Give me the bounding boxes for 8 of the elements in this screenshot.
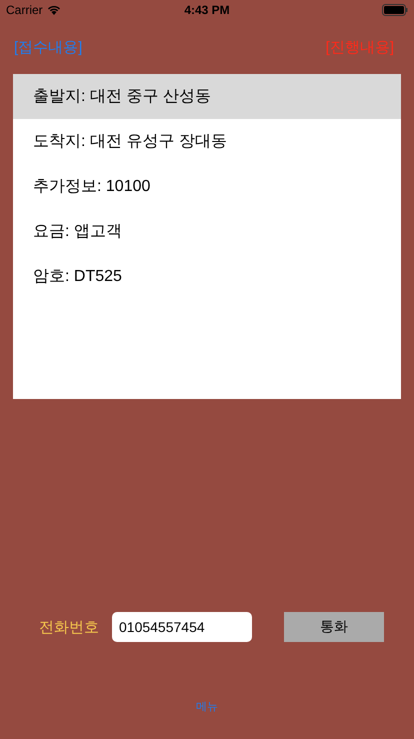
carrier-label: Carrier <box>6 3 43 17</box>
battery-icon <box>382 4 408 16</box>
call-button[interactable]: 통화 <box>284 612 384 642</box>
wifi-icon <box>46 5 61 15</box>
phone-label: 전화번호 <box>39 618 100 636</box>
time-label: 4:43 PM <box>184 3 230 17</box>
phone-field[interactable]: 01054557454 <box>112 612 252 642</box>
list-item[interactable]: 출발지: 대전 중구 산성동 <box>13 74 401 119</box>
